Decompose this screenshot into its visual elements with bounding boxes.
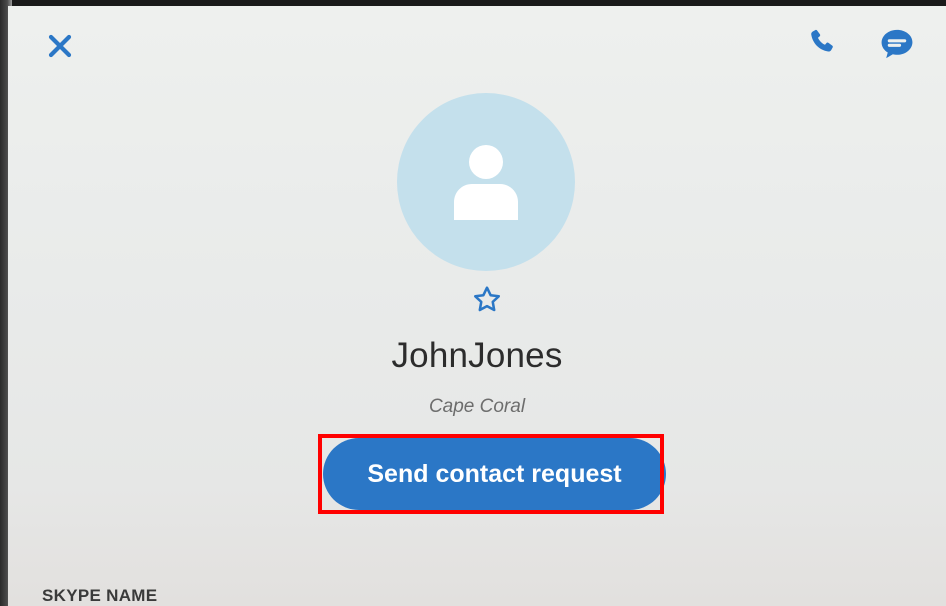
highlight-box [318, 434, 664, 514]
star-outline-icon [474, 286, 500, 312]
close-icon [48, 34, 72, 58]
favorite-button[interactable] [467, 280, 507, 320]
call-button[interactable] [800, 20, 844, 64]
contact-profile-screen: JohnJones Cape Coral Send contact reques… [8, 6, 946, 606]
close-button[interactable] [38, 24, 82, 68]
contact-name: JohnJones [391, 336, 563, 375]
avatar [397, 93, 575, 271]
contact-location: Cape Coral [428, 396, 526, 417]
chat-icon [881, 29, 913, 59]
default-avatar-icon [454, 145, 518, 220]
skype-name-label: SKYPE NAME [42, 586, 158, 605]
chat-button[interactable] [874, 22, 920, 66]
phone-icon [811, 29, 833, 52]
